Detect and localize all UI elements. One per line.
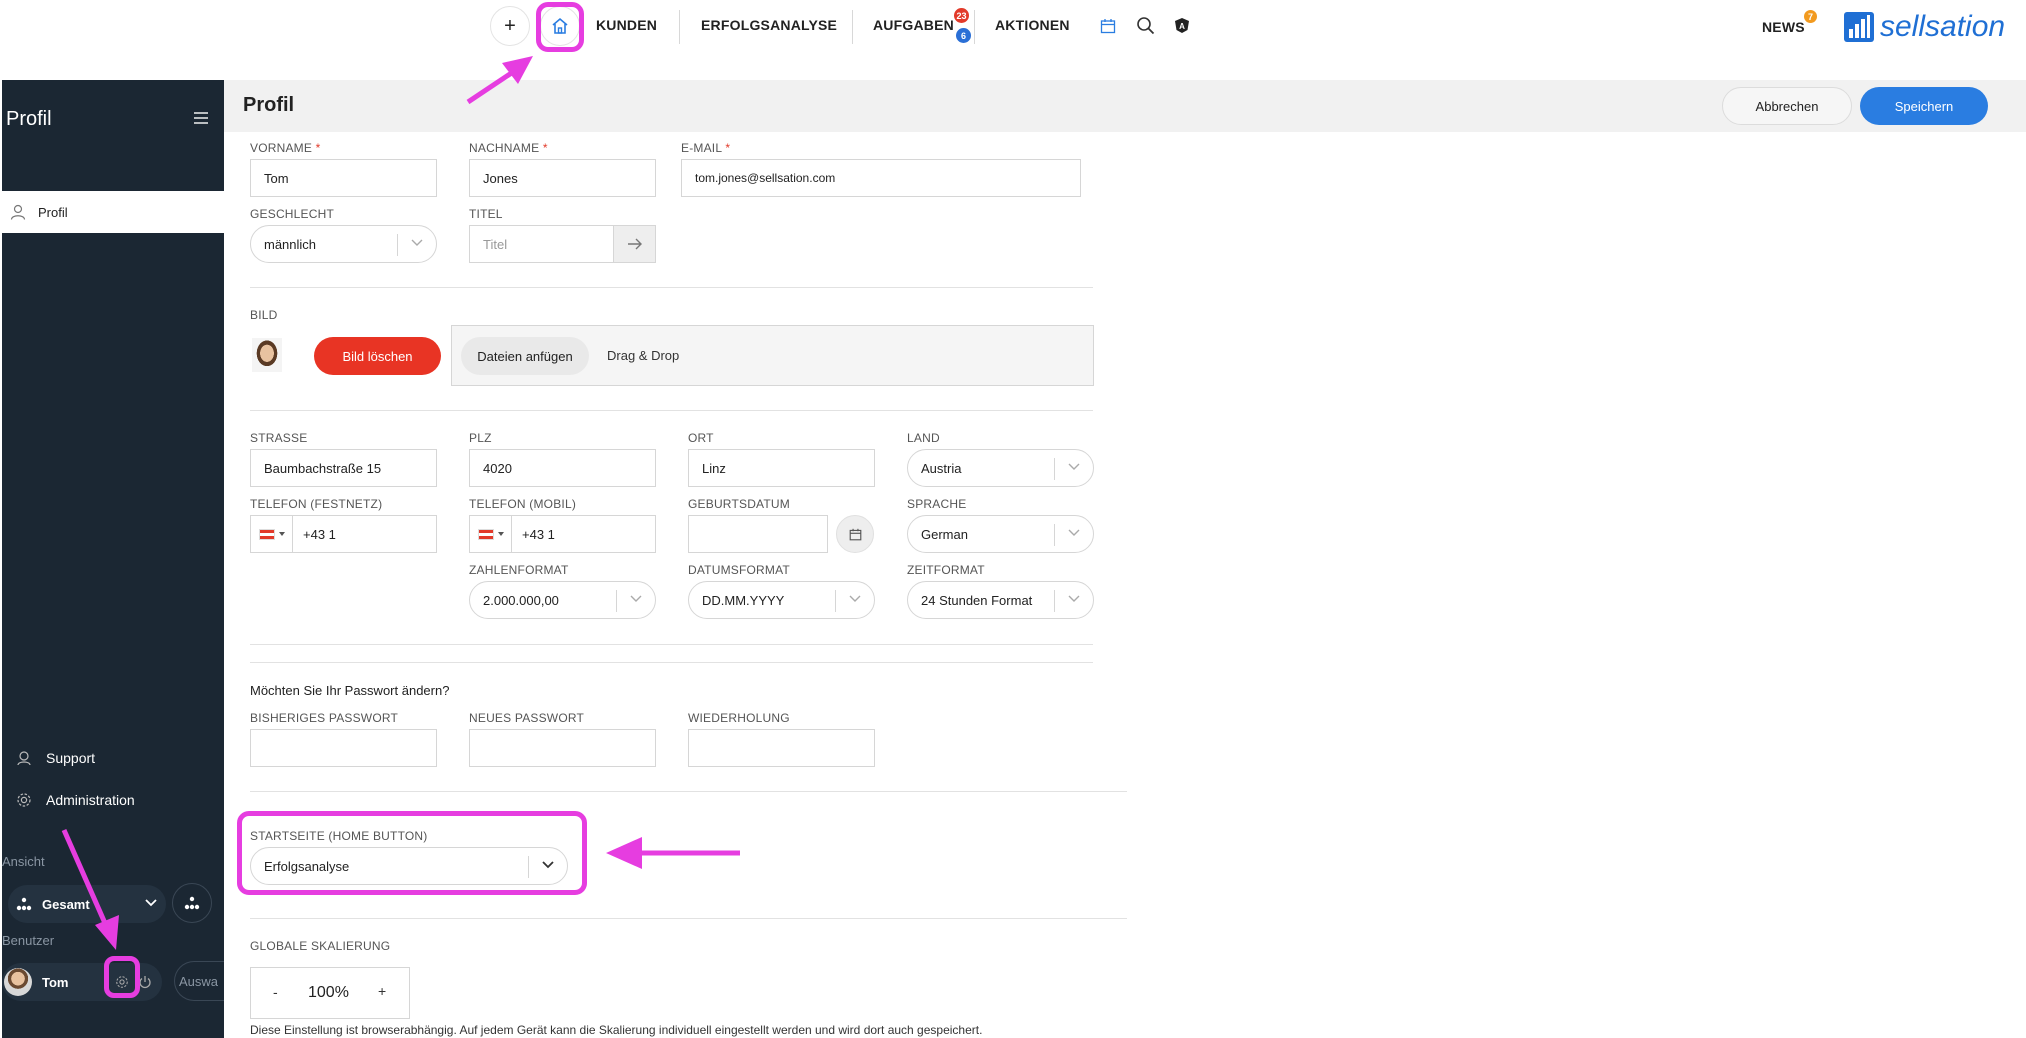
arrow-to-home-button [466,56,533,105]
annotation-arrows [61,56,740,950]
arrow-to-settings-gear [61,828,119,950]
arrow-to-startseite [606,837,740,869]
